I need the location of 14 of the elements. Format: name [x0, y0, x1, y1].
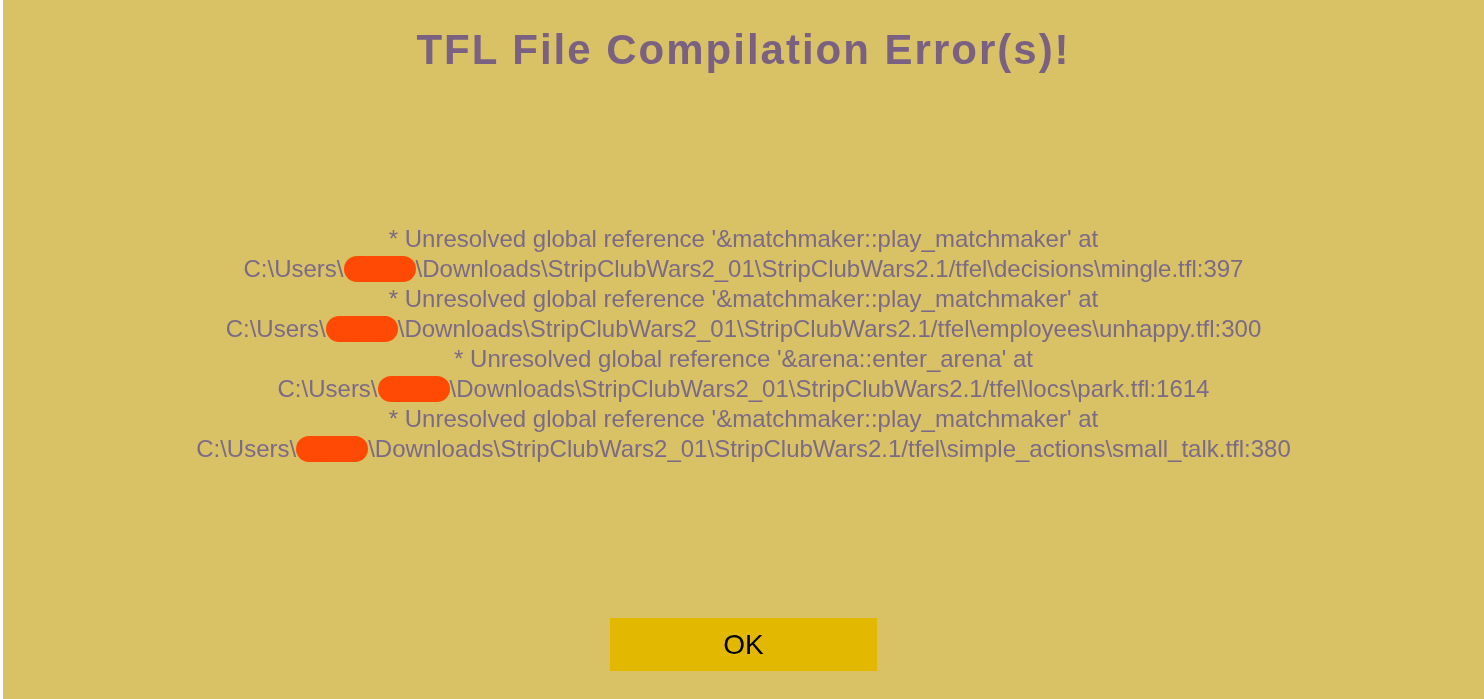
error-message: * Unresolved global reference '&matchmaker::play_matchmaker' at: [388, 284, 1099, 314]
file-path-start: C:\Users\: [243, 254, 344, 284]
file-path-end: \Downloads\StripClubWars2_01\StripClubWars2.1/tfel\employees\unhappy.tfl:300: [397, 314, 1262, 344]
ok-button[interactable]: OK: [610, 618, 877, 671]
file-path-start: C:\Users\: [277, 374, 378, 404]
file-path-end: \Downloads\StripClubWars2_01\StripClubWars2.1/tfel\locs\park.tfl:1614: [449, 374, 1210, 404]
file-path-start: C:\Users\: [225, 314, 326, 344]
dialog-title: TFL File Compilation Error(s)!: [416, 25, 1071, 75]
error-message: * Unresolved global reference '&matchmaker::play_matchmaker' at: [388, 404, 1099, 434]
file-path-start: C:\Users\: [196, 434, 297, 464]
file-path-end: \Downloads\StripClubWars2_01\StripClubWars2.1/tfel\decisions\mingle.tfl:397: [415, 254, 1244, 284]
error-message: * Unresolved global reference '&arena::enter_arena' at: [454, 344, 1033, 374]
file-path-end: \Downloads\StripClubWars2_01\StripClubWars2.1/tfel\simple_actions\small_talk.tfl:380: [368, 434, 1291, 464]
error-message: * Unresolved global reference '&matchmaker::play_matchmaker' at: [388, 224, 1099, 254]
